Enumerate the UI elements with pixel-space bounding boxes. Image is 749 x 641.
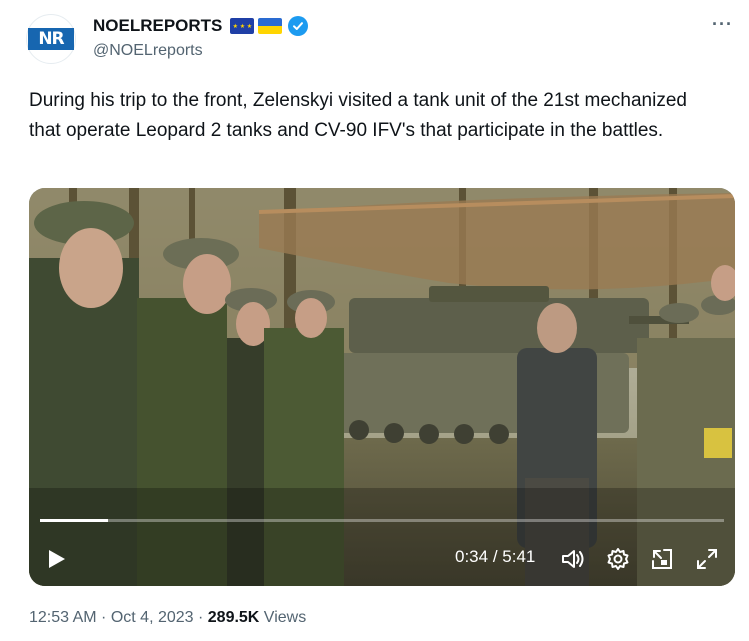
meta-separator: · bbox=[193, 609, 208, 626]
fullscreen-icon[interactable] bbox=[694, 546, 720, 572]
video-progress-bar[interactable] bbox=[40, 519, 724, 522]
video-current-time: 0:34 bbox=[455, 547, 489, 566]
views-label: Views bbox=[259, 609, 307, 626]
ukraine-flag-icon bbox=[258, 18, 283, 34]
video-player[interactable]: 0:34 / 5:41 bbox=[29, 188, 735, 586]
eu-flag-icon: ★ ★ ★ bbox=[230, 18, 255, 34]
author-handle[interactable]: @NOELreports bbox=[93, 42, 203, 60]
settings-gear-icon[interactable] bbox=[605, 546, 631, 572]
tweet-time[interactable]: 12:53 AM bbox=[29, 609, 97, 626]
tweet-text: During his trip to the front, Zelenskyi … bbox=[29, 90, 687, 141]
video-time: 0:34 / 5:41 bbox=[455, 547, 535, 567]
author-name-row: NOELREPORTS ★ ★ ★ bbox=[93, 16, 309, 36]
volume-icon[interactable] bbox=[560, 546, 586, 572]
views-count: 289.5K bbox=[207, 609, 260, 626]
video-time-separator: / bbox=[488, 547, 503, 566]
meta-separator: · bbox=[96, 609, 111, 626]
video-frame bbox=[29, 188, 735, 586]
video-duration: 5:41 bbox=[502, 547, 536, 566]
tweet-meta: 12:53 AM · Oct 4, 2023 · 289.5K Views bbox=[29, 609, 306, 627]
avatar-logo: NR bbox=[28, 28, 74, 50]
tweet: NR NOELREPORTS ★ ★ ★ @NOELreports ··· Du… bbox=[0, 0, 749, 641]
tweet-date[interactable]: Oct 4, 2023 bbox=[111, 609, 194, 626]
play-icon[interactable] bbox=[43, 546, 69, 572]
verified-badge-icon[interactable] bbox=[288, 16, 309, 36]
avatar[interactable]: NR bbox=[26, 14, 76, 64]
more-options-icon[interactable]: ··· bbox=[712, 14, 733, 35]
display-name[interactable]: NOELREPORTS bbox=[93, 16, 222, 36]
video-progress-fill bbox=[40, 519, 109, 522]
dock-video-icon[interactable] bbox=[649, 546, 675, 572]
